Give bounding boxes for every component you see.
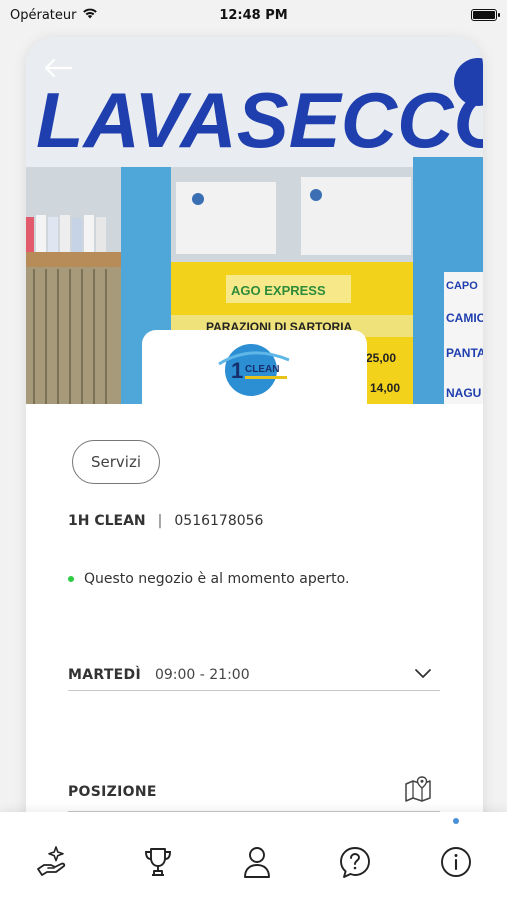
open-indicator-dot xyxy=(68,576,74,582)
store-card: LAVASECCO AGO EXPRESS PARAZIONI DI SARTO… xyxy=(26,37,483,847)
photo-price-2: 14,00 xyxy=(370,381,400,395)
logo-text: CLEAN xyxy=(245,364,279,375)
carrier-label: Opérateur xyxy=(10,7,77,23)
battery-icon xyxy=(471,9,500,21)
tab-profile[interactable] xyxy=(237,842,277,882)
open-status-text: Questo negozio è al momento aperto. xyxy=(84,571,350,587)
shop-name: 1H CLEAN xyxy=(68,513,146,529)
chevron-down-icon xyxy=(415,669,431,678)
status-bar: Opérateur 12:48 PM xyxy=(0,0,507,30)
arrow-left-icon xyxy=(44,58,73,78)
hours-time: 09:00 - 21:00 xyxy=(154,666,250,683)
hours-day: MARTEDÌ xyxy=(68,666,141,683)
svg-text:1: 1 xyxy=(231,358,243,383)
opening-hours-dropdown[interactable]: MARTEDÌ 09:00 - 21:00 xyxy=(68,659,440,691)
wifi-icon xyxy=(82,7,98,23)
shop-info-line: 1H CLEAN | 0516178056 xyxy=(68,513,263,529)
status-left: Opérateur xyxy=(10,7,98,23)
store-logo: 1 CLEAN xyxy=(217,344,290,396)
position-section: POSIZIONE xyxy=(68,772,440,812)
photo-side-1: CAPO xyxy=(446,280,478,292)
services-chip[interactable]: Servizi xyxy=(72,440,160,484)
phone-link[interactable]: 0516178056 xyxy=(174,513,263,529)
user-icon xyxy=(244,847,270,878)
photo-banner: AGO EXPRESS xyxy=(231,283,326,298)
sign-text: LAVASECCO xyxy=(36,76,483,164)
open-status: Questo negozio è al momento aperto. xyxy=(68,571,349,587)
back-button[interactable] xyxy=(40,53,76,83)
trophy-icon xyxy=(145,848,171,876)
tab-services[interactable] xyxy=(34,842,74,882)
status-time: 12:48 PM xyxy=(219,7,288,23)
separator: | xyxy=(157,513,163,529)
tab-bar xyxy=(0,812,507,900)
tab-help[interactable] xyxy=(335,842,375,882)
photo-price-1: 25,00 xyxy=(366,351,396,365)
store-logo-box: 1 CLEAN xyxy=(142,330,367,404)
photo-side-3: PANTA xyxy=(446,346,483,360)
hand-sparkle-icon xyxy=(37,846,66,876)
map-icon[interactable] xyxy=(404,776,432,802)
position-label: POSIZIONE xyxy=(68,783,157,800)
info-icon xyxy=(441,847,471,877)
tab-info[interactable] xyxy=(436,842,476,882)
tab-rewards[interactable] xyxy=(138,842,178,882)
photo-side-4: NAGU xyxy=(446,386,481,400)
store-photo: LAVASECCO AGO EXPRESS PARAZIONI DI SARTO… xyxy=(26,37,483,404)
photo-side-2: CAMIC xyxy=(446,311,483,325)
active-tab-indicator xyxy=(453,818,459,824)
help-icon xyxy=(340,847,370,878)
